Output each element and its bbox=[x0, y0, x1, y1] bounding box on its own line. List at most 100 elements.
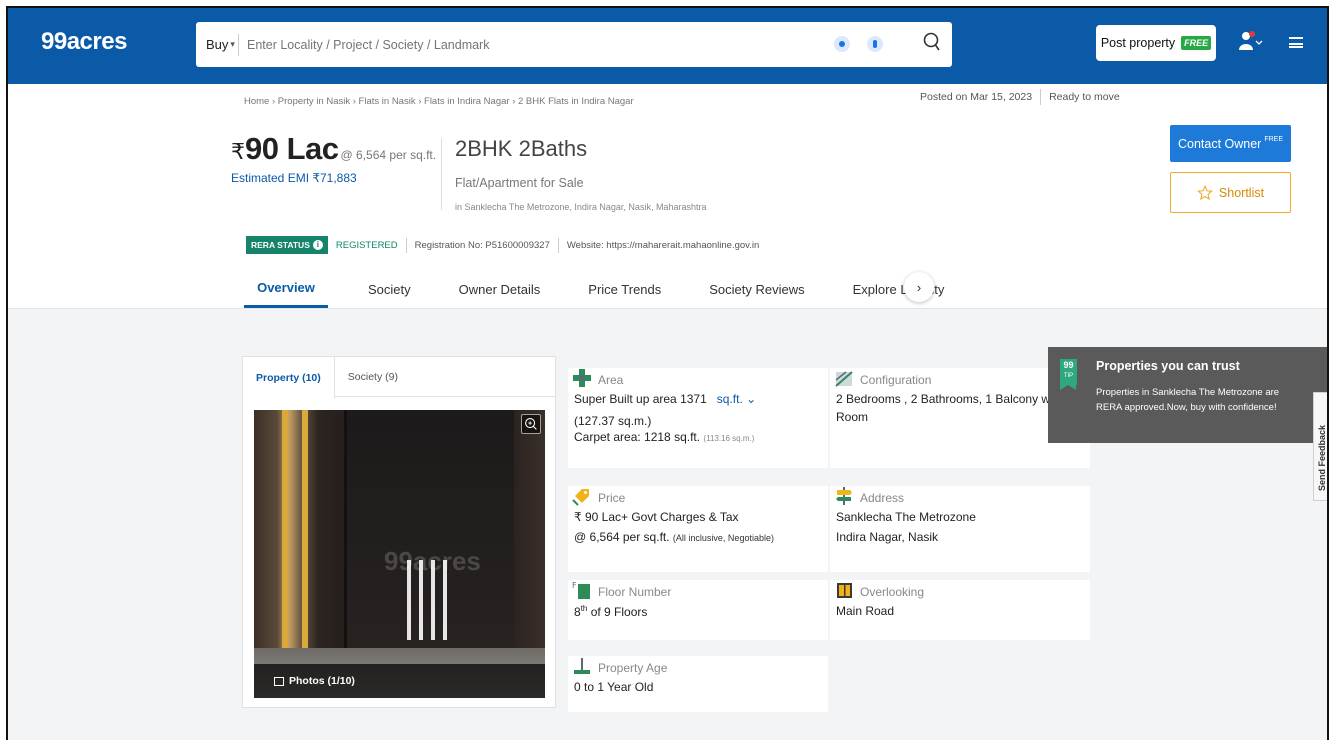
price-per-sqft-detail: @ 6,564 per sq.ft. bbox=[574, 530, 670, 544]
microphone-icon[interactable] bbox=[867, 36, 883, 52]
config-title: 2BHK 2Baths bbox=[455, 136, 588, 161]
property-age-label: Property Age bbox=[598, 661, 668, 675]
configuration-label: Configuration bbox=[860, 373, 932, 387]
rera-registration-number: Registration No: P51600009327 bbox=[414, 239, 550, 251]
tab-owner-details[interactable]: Owner Details bbox=[455, 270, 545, 308]
detail-address: Address Sanklecha The Metrozone Indira N… bbox=[830, 486, 1090, 572]
ready-status: Ready to move bbox=[1049, 91, 1120, 103]
photos-count-label: Photos (1/10) bbox=[289, 675, 355, 687]
buy-dropdown[interactable]: Buy ▾ bbox=[196, 37, 238, 52]
overlooking-label: Overlooking bbox=[860, 585, 925, 599]
svg-text:F: F bbox=[572, 581, 577, 590]
info-icon: i bbox=[312, 240, 323, 250]
rera-status-label: RERA STATUS bbox=[251, 240, 310, 250]
price-per-sqft: @ 6,564 per sq.ft. bbox=[340, 148, 437, 162]
shortlist-button[interactable]: Shortlist bbox=[1170, 172, 1291, 213]
super-built-up-text: Super Built up area 1371 bbox=[574, 392, 707, 406]
property-photo[interactable]: 99acres Photos (1/10) bbox=[254, 410, 545, 698]
contact-free-tag: FREE bbox=[1264, 136, 1284, 143]
floor-number: 8 bbox=[574, 605, 581, 619]
breadcrumb[interactable]: Home › Property in Nasik › Flats in Nasi… bbox=[244, 96, 634, 107]
trust-tooltip: 99 TIP Properties you can trust Properti… bbox=[1048, 347, 1327, 443]
super-built-up-sqm: (127.37 sq.m.) bbox=[574, 414, 652, 428]
gallery-tab-society[interactable]: Society (9) bbox=[335, 357, 411, 396]
price-amount: 90 Lac bbox=[245, 131, 339, 166]
area-unit-dropdown[interactable]: sq.ft. ⌄ bbox=[710, 392, 756, 406]
posted-divider bbox=[1040, 89, 1042, 105]
rera-status-badge[interactable]: RERA STATUS i bbox=[246, 236, 328, 254]
signpost-icon bbox=[836, 487, 852, 505]
tab-price-trends[interactable]: Price Trends bbox=[584, 270, 665, 308]
property-age-value: 0 to 1 Year Old bbox=[574, 680, 654, 694]
floor-value: 8th of 9 Floors bbox=[574, 604, 647, 619]
price-line2: @ 6,564 per sq.ft. (All inclusive, Negot… bbox=[574, 530, 774, 544]
search-bar: Buy ▾ bbox=[196, 22, 952, 67]
site-logo[interactable]: 99acres bbox=[41, 28, 127, 56]
tabs-next-button[interactable]: › bbox=[904, 272, 934, 302]
address-label: Address bbox=[860, 491, 905, 505]
config-location: in Sanklecha The Metrozone, Indira Nagar… bbox=[455, 202, 707, 212]
buy-dropdown-label: Buy bbox=[206, 37, 229, 52]
price-line1: ₹ 90 Lac+ Govt Charges & Tax bbox=[574, 510, 739, 524]
tab-overview[interactable]: Overview bbox=[244, 270, 328, 308]
send-feedback-label: Send Feedback bbox=[1317, 424, 1327, 491]
listing-price: ₹ 90 Lac @ 6,564 per sq.ft. bbox=[231, 131, 436, 167]
search-input[interactable] bbox=[247, 37, 807, 52]
property-age-icon bbox=[574, 658, 590, 674]
floor-total: of 9 Floors bbox=[587, 605, 648, 619]
tab-society-reviews[interactable]: Society Reviews bbox=[705, 270, 808, 308]
carpet-area-sqm: (113.16 sq.m.) bbox=[703, 434, 755, 443]
address-line1: Sanklecha The Metrozone bbox=[836, 510, 976, 524]
overlooking-value: Main Road bbox=[836, 604, 895, 618]
free-badge: FREE bbox=[1181, 36, 1212, 50]
image-icon bbox=[274, 676, 284, 686]
area-unit-label: sq.ft. bbox=[716, 392, 743, 406]
config-subtitle: Flat/Apartment for Sale bbox=[455, 176, 584, 190]
zoom-in-icon[interactable] bbox=[521, 414, 541, 434]
search-divider bbox=[238, 33, 239, 56]
top-navigation-bar: 99acres Buy ▾ Post property FREE bbox=[8, 8, 1327, 84]
contact-owner-button[interactable]: Contact Owner FREE bbox=[1170, 125, 1291, 162]
detail-area: Area Super Built up area 1371 sq.ft. ⌄ (… bbox=[568, 368, 828, 468]
floor-label: Floor Number bbox=[598, 585, 672, 599]
price-tag-icon bbox=[572, 489, 589, 506]
rupee-symbol: ₹ bbox=[231, 139, 245, 164]
detail-overlooking: Overlooking Main Road bbox=[830, 580, 1090, 640]
hamburger-menu-icon[interactable] bbox=[1289, 37, 1303, 48]
user-account-icon[interactable] bbox=[1238, 30, 1264, 54]
configuration-line2: Room bbox=[836, 410, 869, 424]
area-label: Area bbox=[598, 373, 624, 387]
send-feedback-tab[interactable]: Send Feedback bbox=[1313, 392, 1327, 501]
chevron-down-icon: ▾ bbox=[230, 39, 235, 49]
floor-icon: F bbox=[572, 581, 590, 599]
post-property-label: Post property bbox=[1100, 36, 1176, 50]
contact-owner-label: Contact Owner bbox=[1177, 136, 1262, 151]
tip-badge-icon: 99 TIP bbox=[1060, 359, 1077, 390]
detail-floor: F Floor Number 8th of 9 Floors bbox=[568, 580, 828, 640]
gallery-tab-property[interactable]: Property (10) bbox=[243, 357, 335, 398]
tip-word: TIP bbox=[1063, 373, 1074, 379]
trust-body: Properties in Sanklecha The Metrozone ar… bbox=[1096, 387, 1280, 413]
detail-tabs: Overview Society Owner Details Price Tre… bbox=[244, 270, 988, 308]
price-block: ₹ 90 Lac @ 6,564 per sq.ft. Estimated EM… bbox=[231, 131, 436, 185]
posted-date: Posted on Mar 15, 2023 bbox=[920, 91, 1033, 103]
rera-registered: REGISTERED bbox=[335, 239, 398, 251]
location-icon[interactable] bbox=[834, 36, 850, 52]
rera-website[interactable]: Website: https://maharerait.mahaonline.g… bbox=[567, 240, 759, 251]
detail-property-age: Property Age 0 to 1 Year Old bbox=[568, 656, 828, 712]
post-property-button[interactable]: Post property FREE bbox=[1096, 25, 1216, 61]
photo-gallery: Property (10) Society (9) 99acres Photos… bbox=[242, 356, 556, 708]
estimated-emi-link[interactable]: Estimated EMI ₹71,883 bbox=[231, 171, 436, 185]
configuration-icon bbox=[835, 371, 853, 387]
address-line2: Indira Nagar, Nasik bbox=[836, 530, 939, 544]
rera-row: RERA STATUS i REGISTERED Registration No… bbox=[246, 234, 759, 256]
star-icon bbox=[1196, 184, 1213, 200]
area-icon bbox=[573, 369, 591, 387]
posted-info: Posted on Mar 15, 2023 Ready to move bbox=[920, 89, 1120, 105]
tip-number: 99 bbox=[1063, 360, 1074, 370]
rera-divider bbox=[405, 237, 407, 253]
search-icon[interactable] bbox=[921, 30, 943, 56]
price-label: Price bbox=[598, 491, 626, 505]
photos-count-bar[interactable]: Photos (1/10) bbox=[254, 664, 545, 698]
tab-society[interactable]: Society bbox=[364, 270, 415, 308]
